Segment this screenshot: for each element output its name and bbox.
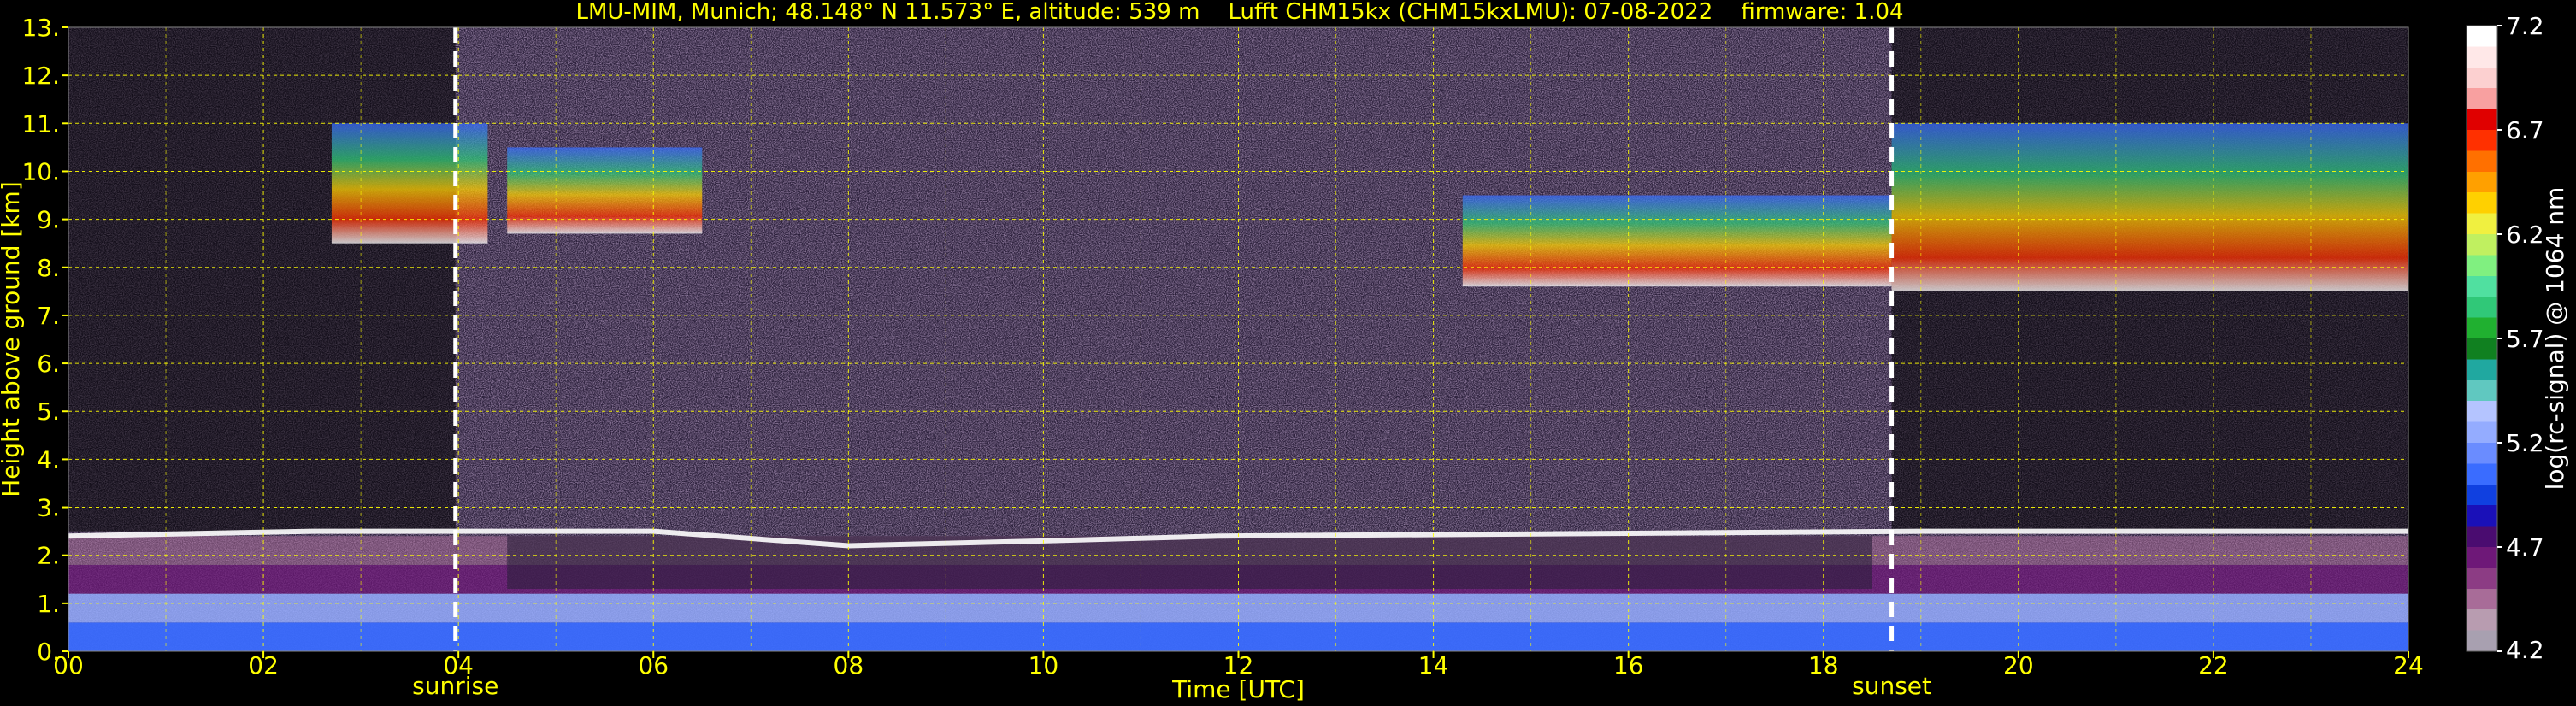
- nighttime-region: [68, 27, 456, 532]
- colorbar-scale: [2466, 25, 2498, 652]
- colorbar-tick-label: 6.7: [2506, 116, 2544, 144]
- colorbar-label: log(rc-signal) @ 1064 nm: [2541, 187, 2569, 491]
- y-tick-label: 1.: [37, 590, 60, 618]
- y-tick-label: 11.: [21, 109, 60, 138]
- y-axis-ticks: 0. 1. 2. 3. 4. 5. 6. 7. 8. 9. 10. 11. 12. 13.: [21, 14, 68, 666]
- x-tick-label: 18: [1808, 651, 1839, 680]
- y-tick-label: 0.: [37, 638, 60, 666]
- x-tick-label: 10: [1029, 651, 1059, 680]
- colorbar-tick-label: 4.7: [2506, 533, 2544, 562]
- y-tick-label: 13.: [21, 14, 60, 42]
- y-tick-label: 3.: [37, 494, 60, 522]
- x-tick-label: 14: [1418, 651, 1449, 680]
- colorbar-ticks: 4.2 4.7 5.2 5.7 6.2 6.7 7.2: [2497, 12, 2544, 664]
- cirrus-layer: [1462, 195, 1892, 287]
- colorbar-tick-label: 4.2: [2506, 636, 2544, 664]
- colorbar-tick-label: 5.7: [2506, 325, 2544, 353]
- colorbar-tick-label: 7.2: [2506, 12, 2544, 40]
- lidar-ceilometer-figure: LMU-MIM, Munich; 48.148° N 11.573° E, al…: [0, 0, 2569, 703]
- sunset-label: sunset: [1852, 672, 1931, 700]
- y-tick-label: 12.: [21, 62, 60, 90]
- x-axis-label: Time [UTC]: [1171, 675, 1305, 703]
- sunrise-label: sunrise: [412, 672, 498, 700]
- cirrus-layer: [1891, 123, 2408, 291]
- x-tick-label: 20: [2003, 651, 2034, 680]
- x-tick-label: 08: [834, 651, 864, 680]
- y-tick-label: 4.: [37, 445, 60, 474]
- colorbar: 4.2 4.7 5.2 5.7 6.2 6.7 7.2 log(rc-signal) @ 1…: [2466, 12, 2569, 664]
- colorbar-tick-label: 5.2: [2506, 429, 2544, 457]
- x-tick-label: 24: [2393, 651, 2424, 680]
- colorbar-tick-label: 6.2: [2506, 221, 2544, 249]
- cirrus-layer: [507, 147, 703, 234]
- y-tick-label: 9.: [37, 206, 60, 234]
- plot-area: [68, 27, 2408, 651]
- chart-title: LMU-MIM, Munich; 48.148° N 11.573° E, al…: [575, 0, 1903, 25]
- y-tick-label: 6.: [37, 350, 60, 378]
- y-tick-label: 7.: [37, 302, 60, 330]
- x-tick-label: 16: [1613, 651, 1644, 680]
- y-tick-label: 5.: [37, 397, 60, 426]
- y-tick-label: 8.: [37, 254, 60, 282]
- y-tick-label: 2.: [37, 542, 60, 570]
- x-tick-label: 06: [638, 651, 669, 680]
- y-tick-label: 10.: [21, 157, 60, 185]
- cirrus-layer: [331, 123, 488, 244]
- y-axis-label: Height above ground [km]: [0, 181, 25, 497]
- daytime-mixing-layer: [507, 536, 1872, 589]
- x-tick-label: 02: [248, 651, 279, 680]
- boundary-layer-aerosol: [68, 536, 2408, 651]
- x-tick-label: 22: [2198, 651, 2229, 680]
